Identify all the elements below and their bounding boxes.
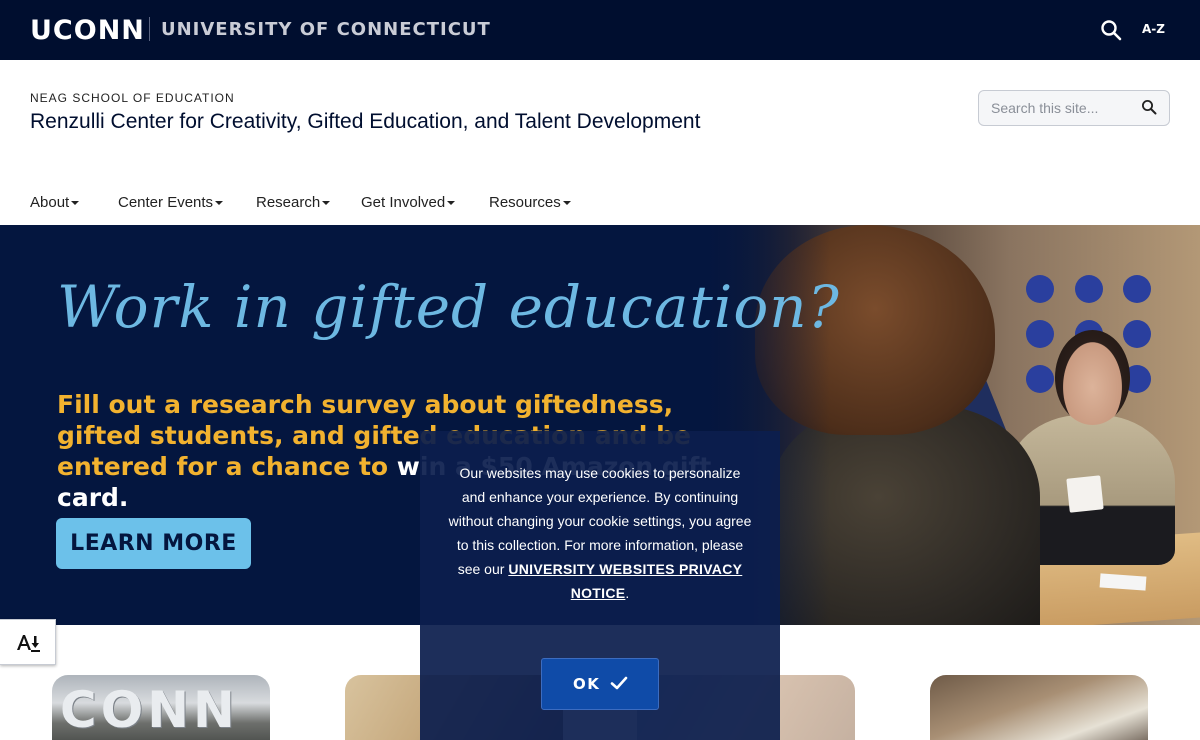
- ok-label: OK: [573, 675, 601, 693]
- site-search-box: [978, 90, 1170, 126]
- decorative-dot: [1026, 365, 1054, 393]
- site-search-input[interactable]: [979, 91, 1129, 125]
- cookie-message: Our websites may use cookies to personal…: [448, 461, 752, 605]
- top-bar: UCONN UNIVERSITY OF CONNECTICUT A-Z: [0, 0, 1200, 60]
- cookie-ok-button[interactable]: OK: [541, 658, 659, 710]
- hero-headline: Work in gifted education?: [57, 273, 840, 341]
- school-name-link[interactable]: NEAG SCHOOL OF EDUCATION: [30, 91, 235, 105]
- decorative-dot: [1123, 320, 1151, 348]
- accessibility-download-icon: [17, 635, 40, 652]
- nav-item-label: Resources: [489, 194, 561, 211]
- uconn-wordmark[interactable]: UCONN: [30, 15, 145, 46]
- nav-item-center-events[interactable]: Center Events: [118, 194, 224, 211]
- card-thumbnail-uconn-group[interactable]: CONN: [52, 675, 270, 740]
- university-name[interactable]: UNIVERSITY OF CONNECTICUT: [161, 19, 491, 40]
- nav-item-get-involved[interactable]: Get Involved: [361, 194, 456, 211]
- cookie-message-end: .: [625, 585, 630, 601]
- caret-down-icon: [215, 201, 224, 206]
- photo-teacher-head: [1055, 330, 1130, 425]
- learn-more-button[interactable]: LEARN MORE: [56, 518, 251, 569]
- nav-item-label: About: [30, 194, 70, 211]
- nav-item-label: Center Events: [118, 194, 214, 211]
- nav-item-label: Research: [256, 194, 321, 211]
- site-title[interactable]: Renzulli Center for Creativity, Gifted E…: [30, 110, 710, 134]
- caret-down-icon: [322, 201, 331, 206]
- topbar-divider: [149, 17, 150, 41]
- photo-flashcard: [1066, 475, 1104, 513]
- decorative-dot: [1026, 320, 1054, 348]
- nav-item-label: Get Involved: [361, 194, 446, 211]
- decorative-dot: [1123, 275, 1151, 303]
- card-thumbnail-classroom-group[interactable]: [930, 675, 1148, 740]
- decorative-dot: [1026, 275, 1054, 303]
- nav-item-resources[interactable]: Resources: [489, 194, 571, 211]
- nav-item-research[interactable]: Research: [256, 194, 331, 211]
- search-icon[interactable]: [1141, 99, 1157, 115]
- a-z-index-link[interactable]: A-Z: [1142, 22, 1165, 36]
- checkmark-icon: [610, 676, 628, 690]
- caret-down-icon: [562, 201, 571, 206]
- search-icon[interactable]: [1100, 19, 1122, 41]
- nav-item-about[interactable]: About: [30, 194, 80, 211]
- decorative-dot: [1075, 275, 1103, 303]
- cookie-consent-banner: Our websites may use cookies to personal…: [420, 431, 780, 740]
- caret-down-icon: [71, 201, 80, 206]
- uconn-sign: CONN: [60, 681, 239, 739]
- caret-down-icon: [447, 201, 456, 206]
- accessibility-button[interactable]: [0, 619, 56, 665]
